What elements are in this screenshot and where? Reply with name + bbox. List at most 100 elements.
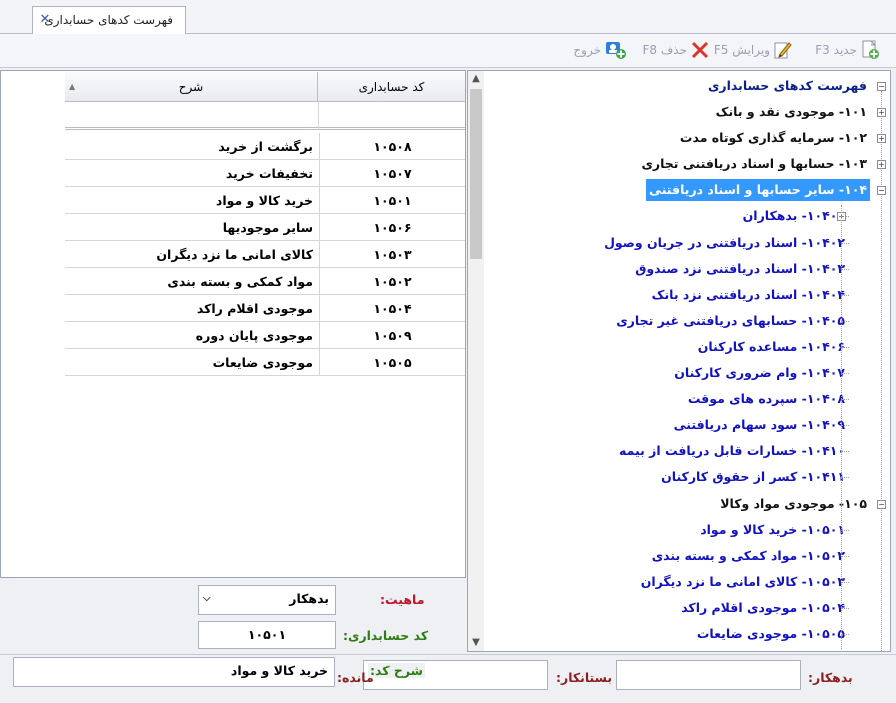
tree-group-node[interactable]: ۱۰۱- موجودی نقد و بانک <box>713 101 870 123</box>
tree-branch-line <box>841 373 849 374</box>
tree-account-node[interactable]: ۱۰۴۰۴- اسناد دریافتنی نزد بانک <box>649 284 848 306</box>
tree-account-node[interactable]: ۱۰۵۰۲- مواد کمکی و بسته بندی <box>649 545 848 567</box>
table-row[interactable]: برگشت از خرید ۱۰۵۰۸ <box>65 133 465 160</box>
tree-root[interactable]: فهرست کدهای حسابداری <box>705 75 870 97</box>
chevron-down-icon: ⌵ <box>203 593 211 604</box>
tree-branch-line <box>841 477 849 479</box>
cell-desc: خرید کالا و مواد <box>65 187 320 214</box>
col-header-desc[interactable]: ▲ شرح <box>65 72 318 102</box>
cell-code: ۱۰۵۰۲ <box>373 274 412 289</box>
cell-desc: موجودی ضایعات <box>65 349 320 376</box>
filter-divider <box>318 102 319 130</box>
exit-button[interactable]: خروج <box>573 38 628 62</box>
table-row[interactable]: موجودی ضایعات ۱۰۵۰۵ <box>65 349 465 376</box>
cell-desc: کالای امانی ما نزد دیگران <box>65 241 320 268</box>
tree-account-node[interactable]: ۱۰۴۰۱- بدهکاران <box>740 205 848 227</box>
cell-desc: مواد کمکی و بسته بندی <box>65 268 320 295</box>
tree-account-node[interactable]: ۱۰۵۰۴- موجودی اقلام راکد <box>678 597 848 619</box>
tree-account-node[interactable]: ۱۰۴۰۲- اسناد دریافتنی در جریان وصول <box>601 232 848 254</box>
tree-group-node[interactable]: ۱۰۲- سرمایه گذاری کوتاه مدت <box>677 127 870 149</box>
collapse-node-icon[interactable]: − <box>877 186 886 196</box>
tree-branch-line <box>841 425 849 427</box>
scroll-down-icon[interactable]: ▼ <box>468 635 484 651</box>
tree-account-node[interactable]: ۱۰۴۰۷- وام ضروری کارکنان <box>671 362 848 384</box>
grid-header: ▲ شرح کد حسابداری <box>65 72 465 102</box>
tree-branch-line <box>841 346 849 348</box>
description-label: شرح کد: <box>368 663 425 678</box>
new-label: جدید F3 <box>815 43 857 57</box>
scroll-up-icon[interactable]: ▲ <box>468 71 484 87</box>
expand-node-icon[interactable]: + <box>877 108 886 117</box>
account-tree: − فهرست کدهای حسابداری ۱۰۱- موجودی نقد و… <box>485 71 890 651</box>
delete-label: حذف F8 <box>642 43 687 57</box>
col-header-desc-label: شرح <box>178 80 204 94</box>
new-button[interactable]: جدید F3 <box>815 38 880 62</box>
expand-node-icon[interactable]: + <box>877 134 886 144</box>
edit-button[interactable]: ویرایش F5 <box>714 38 793 62</box>
tree-branch-line <box>841 555 849 557</box>
tree-account-node[interactable]: ۱۰۴۰۵- حسابهای دریافتنی غیر تجاری <box>613 310 848 332</box>
tree-account-node[interactable]: ۱۰۵۰۵- موجودی ضایعات <box>694 623 848 645</box>
table-row[interactable]: موجودی پایان دوره ۱۰۵۰۹ <box>65 322 465 349</box>
sort-triangle-icon: ▲ <box>69 82 76 91</box>
tree-account-node[interactable]: ۱۰۴۰۸- سپرده های موقت <box>685 388 848 410</box>
edit-label: ویرایش F5 <box>713 43 770 57</box>
debit-label: بدهکار: <box>808 670 853 685</box>
exit-label: خروج <box>573 43 601 57</box>
description-field[interactable]: خرید کالا و مواد <box>13 657 335 687</box>
table-row[interactable]: کالای امانی ما نزد دیگران ۱۰۵۰۳ <box>65 241 465 268</box>
nature-select[interactable]: ⌵ بدهکار <box>198 585 336 615</box>
toolbar: جدید F3 ویرایش F5 حذف F8 خروج <box>0 34 896 68</box>
cell-desc: موجودی اقلام راکد <box>65 295 320 322</box>
collapse-root-icon[interactable]: − <box>877 82 886 91</box>
grid-filter-row[interactable] <box>65 102 465 130</box>
tab-account-codes[interactable]: ✕ فهرست کدهای حسابداری <box>32 6 186 34</box>
tree-branch-line <box>841 529 849 531</box>
debit-field[interactable] <box>616 660 801 690</box>
tree-group-node[interactable]: ۱۰۳- حسابها و اسناد دریافتنی تجاری <box>638 153 870 175</box>
table-row[interactable]: تخفیفات خرید ۱۰۵۰۷ <box>65 160 465 187</box>
table-row[interactable]: سایر موجودیها ۱۰۵۰۶ <box>65 214 465 241</box>
tree-account-node[interactable]: ۱۰۴۰۳- اسناد دریافتنی نزد صندوق <box>632 258 848 280</box>
delete-button[interactable]: حذف F8 <box>642 38 710 62</box>
cell-code: ۱۰۵۰۶ <box>373 220 412 235</box>
tree-account-node[interactable]: ۱۰۴۱۰- خسارات قابل دریافت از بیمه <box>616 440 848 462</box>
account-tree-panel: ▲ ▼ − فهرست کدهای حسابداری ۱۰۱- موجودی ن… <box>467 70 891 652</box>
code-field[interactable]: ۱۰۵۰۱ <box>198 621 336 649</box>
add-document-icon <box>860 40 880 60</box>
tree-branch-line <box>841 294 849 296</box>
tree-account-node[interactable]: ۱۰۴۱۱- کسر از حقوق کارکنان <box>658 466 848 488</box>
cell-code: ۱۰۵۰۴ <box>373 301 412 316</box>
tree-group-node[interactable]: ۱۰۴- سایر حسابها و اسناد دریافتنی <box>646 179 870 202</box>
tree-scrollbar[interactable]: ▲ ▼ <box>468 71 484 651</box>
cell-code: ۱۰۵۰۵ <box>373 355 412 370</box>
tab-title: فهرست کدهای حسابداری <box>44 13 173 27</box>
tree-guide-line <box>881 91 882 651</box>
tree-branch-line <box>841 581 849 583</box>
edit-pencil-icon <box>773 40 793 60</box>
credit-label: بستانکار: <box>556 670 613 685</box>
table-row[interactable]: خرید کالا و مواد ۱۰۵۰۱ <box>65 187 465 214</box>
tree-child-guide-line <box>841 205 842 650</box>
tree-branch-line <box>841 634 849 635</box>
table-row[interactable]: موجودی اقلام راکد ۱۰۵۰۴ <box>65 295 465 322</box>
tree-account-node[interactable]: ۱۰۵۰۱- خرید کالا و مواد <box>697 519 848 541</box>
tab-strip: ✕ فهرست کدهای حسابداری <box>0 0 896 34</box>
account-grid-panel: ▲ شرح کد حسابداری برگشت از خرید ۱۰۵۰۸ تخفی… <box>0 70 466 578</box>
tree-branch-line <box>841 268 849 270</box>
cell-desc: موجودی پایان دوره <box>65 322 320 349</box>
tree-branch-line <box>841 242 849 244</box>
cell-desc: تخفیفات خرید <box>65 160 320 187</box>
scroll-thumb[interactable] <box>470 89 482 259</box>
tree-account-node[interactable]: ۱۰۴۰۹- سود سهام دریافتنی <box>671 414 848 436</box>
delete-x-icon <box>690 40 710 60</box>
table-row[interactable]: مواد کمکی و بسته بندی ۱۰۵۰۲ <box>65 268 465 295</box>
collapse-node-icon[interactable]: − <box>877 499 886 509</box>
tree-account-node[interactable]: ۱۰۴۰۶- مساعده کارکنان <box>695 336 848 358</box>
expand-node-icon[interactable]: + <box>877 160 886 170</box>
col-header-code[interactable]: کد حسابداری <box>318 72 465 102</box>
tree-branch-line <box>841 607 849 609</box>
tree-group-node[interactable]: ۱۰۵- موجودی مواد وکالا <box>717 493 870 515</box>
exit-users-icon <box>604 39 628 61</box>
tree-account-node[interactable]: ۱۰۵۰۳- کالای امانی ما نزد دیگران <box>638 571 848 593</box>
